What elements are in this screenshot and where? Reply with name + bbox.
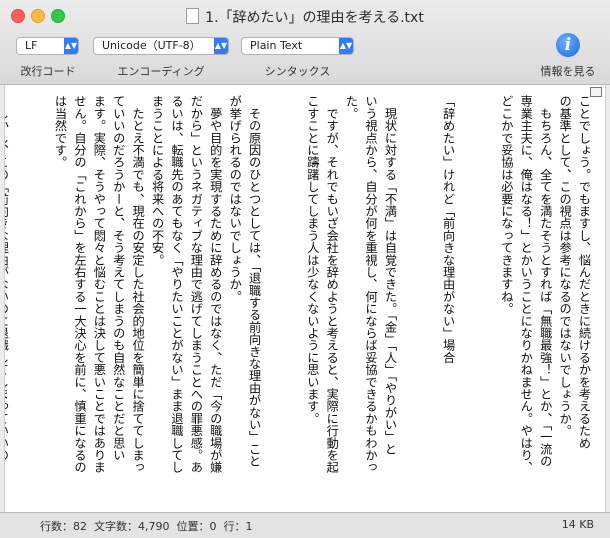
status-chars: 文字数：4,790 [94, 520, 170, 533]
document-text[interactable]: ことでしょう。でもますし、悩んだときに続けるかを考えるため の基準として、この視… [5, 95, 593, 505]
info-icon[interactable]: i [556, 33, 580, 57]
text-editor[interactable]: ことでしょう。でもますし、悩んだときに続けるかを考えるため の基準として、この視… [4, 85, 606, 512]
status-row: 行：1 [223, 520, 253, 533]
status-info: 行数：82 文字数：4,790 位置：0 行：1 [40, 518, 253, 534]
document-icon [186, 8, 200, 24]
titlebar[interactable]: 1.「辞めたい」の理由を考える.txt [0, 0, 610, 30]
window-title: 1.「辞めたい」の理由を考える.txt [0, 7, 610, 27]
window-title-text: 1.「辞めたい」の理由を考える.txt [205, 10, 424, 26]
chevron-updown-icon: ▲▼ [339, 38, 353, 54]
chevron-updown-icon: ▲▼ [64, 38, 78, 54]
status-size: 14 KB [561, 518, 594, 531]
status-position: 位置：0 [176, 520, 217, 533]
encoding-popup[interactable]: Unicode（UTF-8） ▲▼ [93, 37, 229, 55]
editor-window: 1.「辞めたい」の理由を考える.txt LF ▲▼ 改行コード Unicode（… [0, 0, 610, 538]
info-label[interactable]: 情報を見る [530, 63, 606, 79]
syntax-popup[interactable]: Plain Text ▲▼ [241, 37, 354, 55]
line-ending-label: 改行コード [20, 65, 76, 78]
syntax-value: Plain Text [250, 39, 303, 52]
encoding-value: Unicode（UTF-8） [102, 39, 201, 52]
status-bar: 行数：82 文字数：4,790 位置：0 行：1 14 KB [0, 512, 610, 538]
status-lines: 行数：82 [40, 520, 87, 533]
window-chrome: 1.「辞めたい」の理由を考える.txt LF ▲▼ 改行コード Unicode（… [0, 0, 610, 85]
chevron-updown-icon: ▲▼ [214, 38, 228, 54]
syntax-label: シンタックス [264, 65, 331, 78]
line-ending-value: LF [25, 39, 38, 52]
line-ending-popup[interactable]: LF ▲▼ [16, 37, 79, 55]
encoding-label: エンコーディング [117, 65, 205, 78]
